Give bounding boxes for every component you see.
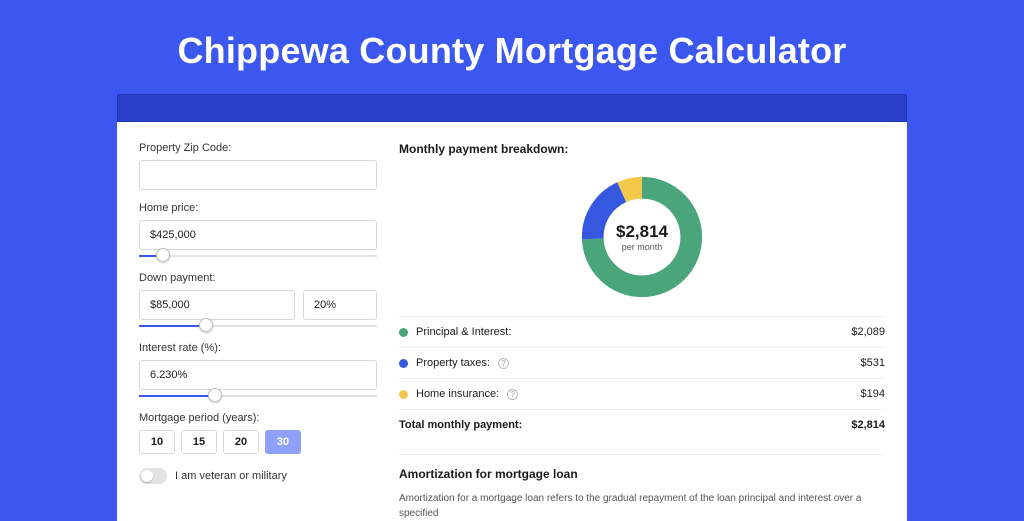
price-label: Home price: bbox=[139, 202, 377, 214]
breakdown-label: Property taxes: bbox=[416, 357, 490, 369]
period-label: Mortgage period (years): bbox=[139, 412, 377, 424]
price-input[interactable] bbox=[139, 220, 377, 250]
breakdown-value: $194 bbox=[861, 388, 885, 400]
breakdown-value: $2,089 bbox=[851, 326, 885, 338]
period-group: Mortgage period (years): 10152030 bbox=[139, 412, 377, 454]
price-slider[interactable] bbox=[139, 252, 377, 260]
rate-label: Interest rate (%): bbox=[139, 342, 377, 354]
down-label: Down payment: bbox=[139, 272, 377, 284]
breakdown-value: $531 bbox=[861, 357, 885, 369]
period-20[interactable]: 20 bbox=[223, 430, 259, 454]
period-15[interactable]: 15 bbox=[181, 430, 217, 454]
down-group: Down payment: bbox=[139, 272, 377, 330]
breakdown-row: Property taxes: ? $531 bbox=[399, 348, 885, 379]
rate-slider[interactable] bbox=[139, 392, 377, 400]
down-slider[interactable] bbox=[139, 322, 377, 330]
amort-text: Amortization for a mortgage loan refers … bbox=[399, 491, 885, 521]
breakdown-list: Principal & Interest: $2,089 Property taxe… bbox=[399, 316, 885, 440]
form-panel: Property Zip Code: Home price: Down paym… bbox=[139, 142, 377, 521]
period-30[interactable]: 30 bbox=[265, 430, 301, 454]
down-pct-input[interactable] bbox=[303, 290, 377, 320]
rate-group: Interest rate (%): bbox=[139, 342, 377, 400]
amort-title: Amortization for mortgage loan bbox=[399, 467, 885, 481]
breakdown-total: Total monthly payment:$2,814 bbox=[399, 410, 885, 440]
breakdown-label: Home insurance: bbox=[416, 388, 499, 400]
zip-label: Property Zip Code: bbox=[139, 142, 377, 154]
breakdown-title: Monthly payment breakdown: bbox=[399, 142, 885, 156]
legend-dot bbox=[399, 328, 408, 337]
info-icon[interactable]: ? bbox=[498, 358, 509, 369]
zip-input[interactable] bbox=[139, 160, 377, 190]
veteran-label: I am veteran or military bbox=[175, 470, 287, 482]
price-group: Home price: bbox=[139, 202, 377, 260]
legend-dot bbox=[399, 359, 408, 368]
down-amount-input[interactable] bbox=[139, 290, 295, 320]
zip-group: Property Zip Code: bbox=[139, 142, 377, 190]
donut-amount: $2,814 bbox=[616, 222, 668, 242]
breakdown-row: Principal & Interest: $2,089 bbox=[399, 317, 885, 348]
calculator-card: Property Zip Code: Home price: Down paym… bbox=[117, 122, 907, 521]
donut-sub: per month bbox=[622, 242, 663, 252]
breakdown-row: Home insurance: ? $194 bbox=[399, 379, 885, 410]
period-10[interactable]: 10 bbox=[139, 430, 175, 454]
tab-bar bbox=[117, 94, 907, 122]
veteran-toggle[interactable] bbox=[139, 468, 167, 484]
info-icon[interactable]: ? bbox=[507, 389, 518, 400]
veteran-row: I am veteran or military bbox=[139, 468, 377, 484]
donut-chart: $2,814 per month bbox=[399, 166, 885, 316]
amort-section: Amortization for mortgage loan Amortizat… bbox=[399, 454, 885, 521]
breakdown-panel: Monthly payment breakdown: $2,814 per mo… bbox=[399, 142, 885, 521]
breakdown-label: Principal & Interest: bbox=[416, 326, 511, 338]
hero: Chippewa County Mortgage Calculator bbox=[0, 0, 1024, 94]
rate-input[interactable] bbox=[139, 360, 377, 390]
page-title: Chippewa County Mortgage Calculator bbox=[0, 30, 1024, 72]
period-buttons: 10152030 bbox=[139, 430, 377, 454]
legend-dot bbox=[399, 390, 408, 399]
